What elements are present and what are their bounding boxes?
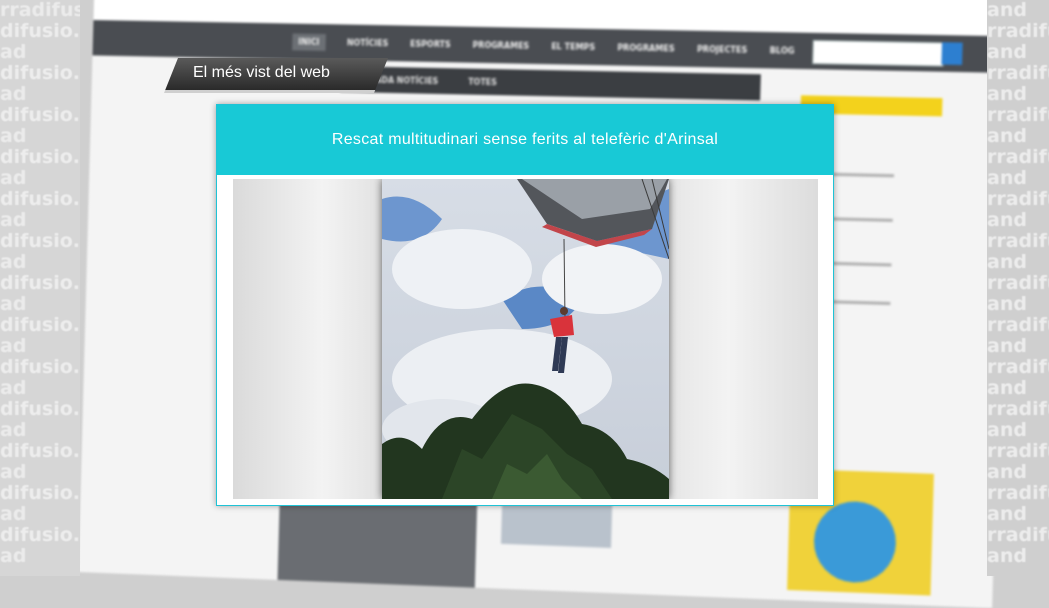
watermark-text: rradifu <box>987 21 1049 42</box>
sidebar-line <box>829 300 891 305</box>
watermark-text: rradifu <box>987 315 1049 336</box>
popup-title: Rescat multitudinari sense ferits al tel… <box>332 131 718 149</box>
watermark-text: ad <box>0 84 80 105</box>
watermark-text: and <box>987 420 1049 441</box>
watermark-text: ad <box>0 210 80 231</box>
nav-item: BLOG <box>770 46 795 56</box>
nav-item: INICI <box>292 33 325 50</box>
watermark-text: difusio.ad <box>0 273 80 294</box>
watermark-text: ad <box>0 42 80 63</box>
watermark-text: difusio.ad <box>0 63 80 84</box>
watermark-text: and <box>987 168 1049 189</box>
watermark-text: ad <box>0 294 80 315</box>
watermark-text: ad <box>0 252 80 273</box>
watermark-text: ad <box>0 462 80 483</box>
watermark-text: ad <box>0 420 80 441</box>
watermark-text: rradifu <box>987 273 1049 294</box>
watermark-text: difusio.ad <box>0 315 80 336</box>
popup-header: Rescat multitudinari sense ferits al tel… <box>217 105 833 175</box>
photo-frame <box>233 179 818 499</box>
watermark-text: rradifu <box>987 483 1049 504</box>
site-search-icon <box>941 42 962 65</box>
watermark-text: and <box>987 336 1049 357</box>
watermark-text: difusio.ad <box>0 147 80 168</box>
watermark-text: rradifu <box>987 357 1049 378</box>
watermark-text: and <box>987 294 1049 315</box>
subnav-item: TOTES <box>468 77 497 87</box>
watermark-text: and <box>987 504 1049 525</box>
nav-item: PROJECTES <box>697 44 748 54</box>
watermark-text: difusio.ad <box>0 483 80 504</box>
watermark-text: and <box>987 0 1049 21</box>
sidebar-line <box>830 262 892 267</box>
watermark-text: rradifu <box>987 525 1049 546</box>
watermark-text: difusio.ad <box>0 21 80 42</box>
watermark-text: ad <box>0 378 80 399</box>
watermark-left: rradifusio.addifusio.adaddifusio.adaddif… <box>0 0 80 576</box>
watermark-text: and <box>987 210 1049 231</box>
nav-item: PROGRAMES <box>617 43 675 53</box>
watermark-text: difusio.ad <box>0 357 80 378</box>
nav-item: NOTÍCIES <box>347 38 389 48</box>
site-subnav: PORTADA NOTÍCIES TOTES <box>340 66 761 100</box>
watermark-text: and <box>987 84 1049 105</box>
watermark-text: difusio.ad <box>0 231 80 252</box>
watermark-text: difusio.ad <box>0 441 80 462</box>
photo-frame-left <box>233 179 382 499</box>
watermark-text: difusio.ad <box>0 189 80 210</box>
rescue-photo[interactable] <box>382 179 669 499</box>
watermark-text: rradifu <box>987 147 1049 168</box>
watermark-text: and <box>987 546 1049 567</box>
watermark-text: ad <box>0 504 80 525</box>
watermark-text: rradifusio.ad <box>0 0 80 21</box>
sidebar-line <box>832 173 894 177</box>
watermark-text: and <box>987 378 1049 399</box>
news-popup[interactable]: Rescat multitudinari sense ferits al tel… <box>216 104 834 506</box>
watermark-text: difusio.ad <box>0 525 80 546</box>
watermark-text: difusio.ad <box>0 105 80 126</box>
watermark-text: rradifu <box>987 399 1049 420</box>
site-search-input <box>812 40 944 67</box>
watermark-right: andrradifuandrradifuandrradifuandrradifu… <box>987 0 1049 576</box>
photo-frame-right <box>669 179 818 499</box>
watermark-text: difusio.ad <box>0 399 80 420</box>
watermark-text: rradifu <box>987 189 1049 210</box>
watermark-text: rradifu <box>987 441 1049 462</box>
section-banner-label: El més vist del web <box>193 64 330 82</box>
watermark-text: ad <box>0 546 80 567</box>
nav-item: EL TEMPS <box>551 42 595 52</box>
watermark-text: and <box>987 462 1049 483</box>
watermark-text: ad <box>0 336 80 357</box>
nav-item: ESPORTS <box>410 39 451 49</box>
watermark-text: and <box>987 252 1049 273</box>
nav-item: PROGRAMES <box>472 40 529 50</box>
watermark-text: and <box>987 42 1049 63</box>
sidebar-line <box>831 217 893 222</box>
watermark-text: ad <box>0 126 80 147</box>
watermark-text: rradifu <box>987 231 1049 252</box>
watermark-text: rradifu <box>987 63 1049 84</box>
watermark-text: ad <box>0 168 80 189</box>
watermark-text: and <box>987 126 1049 147</box>
watermark-text: rradifu <box>987 105 1049 126</box>
